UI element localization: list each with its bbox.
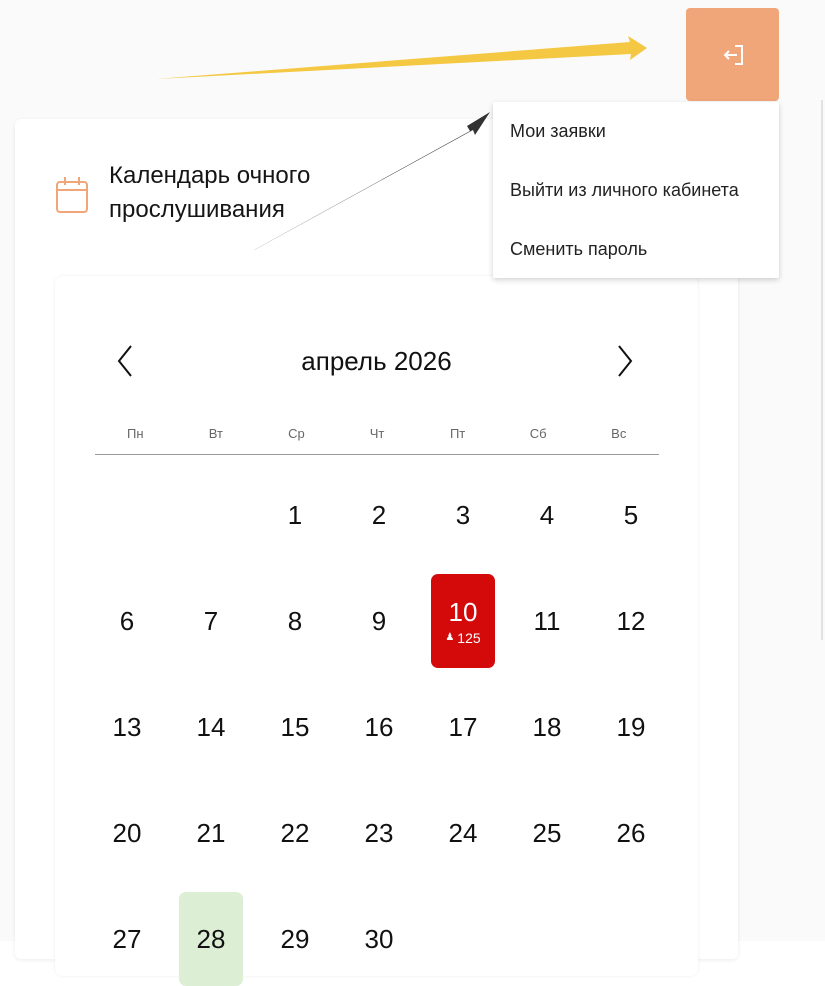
month-navigation: апрель 2026 — [55, 336, 698, 386]
day-number: 3 — [455, 499, 471, 530]
day-cell[interactable]: 11 — [515, 574, 579, 668]
day-cell[interactable]: 21 — [179, 786, 243, 880]
day-number: 18 — [532, 711, 562, 742]
day-number: 26 — [616, 817, 646, 848]
weekday-divider — [95, 454, 659, 455]
day-cell[interactable]: 16 — [347, 680, 411, 774]
chevron-right-icon[interactable] — [605, 336, 645, 386]
user-menu: Мои заявки Выйти из личного кабинета Сме… — [493, 102, 779, 278]
day-cell[interactable]: 15 — [263, 680, 327, 774]
day-cell[interactable]: 7 — [179, 574, 243, 668]
logout-button[interactable] — [686, 8, 779, 101]
right-panel-divider — [821, 100, 823, 640]
day-cell[interactable]: 19 — [599, 680, 663, 774]
day-cell[interactable]: 14 — [179, 680, 243, 774]
calendar-widget: апрель 2026 Пн Вт Ср Чт Пт Сб Вс 1234567… — [55, 276, 698, 986]
weekday-label: Пн — [127, 426, 144, 441]
day-cell[interactable]: 23 — [347, 786, 411, 880]
day-cell[interactable]: 9 — [347, 574, 411, 668]
day-number: 20 — [112, 817, 142, 848]
day-number: 6 — [119, 605, 135, 636]
weekday-label: Ср — [288, 426, 305, 441]
day-cell[interactable]: 1 — [263, 468, 327, 562]
card-header: Календарь очного прослушивания — [55, 159, 369, 227]
day-cell[interactable]: 28 — [179, 892, 243, 986]
day-cell[interactable]: 10 ♟ 125 — [431, 574, 495, 668]
day-cell[interactable]: 24 — [431, 786, 495, 880]
day-cell[interactable]: 22 — [263, 786, 327, 880]
day-number: 22 — [280, 817, 310, 848]
day-number: 29 — [280, 923, 310, 954]
day-number: 30 — [364, 923, 394, 954]
person-icon: ♟ — [445, 632, 455, 643]
day-cell[interactable]: 26 — [599, 786, 663, 880]
day-cell[interactable]: 18 — [515, 680, 579, 774]
day-cell[interactable]: 2 — [347, 468, 411, 562]
day-number: 10 — [448, 596, 478, 627]
day-cell[interactable]: 6 — [95, 574, 159, 668]
day-number: 21 — [196, 817, 226, 848]
weekday-header: Пн Вт Ср Чт Пт Сб Вс — [95, 426, 659, 454]
day-number: 17 — [448, 711, 478, 742]
day-cell[interactable]: 30 — [347, 892, 411, 986]
day-number: 1 — [287, 499, 303, 530]
day-number: 25 — [532, 817, 562, 848]
menu-item-my-applications[interactable]: Мои заявки — [493, 102, 779, 161]
day-cell[interactable]: 8 — [263, 574, 327, 668]
day-cell[interactable]: 27 — [95, 892, 159, 986]
day-number: 2 — [371, 499, 387, 530]
day-cell[interactable]: 17 — [431, 680, 495, 774]
page-title: Календарь очного прослушивания — [109, 162, 311, 223]
weekday-label: Чт — [369, 426, 385, 441]
day-number: 23 — [364, 817, 394, 848]
day-number: 27 — [112, 923, 142, 954]
day-number: 7 — [203, 605, 219, 636]
day-cell[interactable]: 12 — [599, 574, 663, 668]
day-cell[interactable]: 4 — [515, 468, 579, 562]
day-number: 8 — [287, 605, 303, 636]
day-cell[interactable]: 25 — [515, 786, 579, 880]
day-number: 5 — [623, 499, 639, 530]
day-number: 14 — [196, 711, 226, 742]
month-label: апрель 2026 — [301, 346, 452, 376]
day-number: 4 — [539, 499, 555, 530]
weekday-label: Пт — [449, 426, 466, 441]
day-cell[interactable]: 5 — [599, 468, 663, 562]
day-number: 16 — [364, 711, 394, 742]
logout-icon — [723, 44, 743, 65]
menu-item-change-password[interactable]: Сменить пароль — [493, 220, 779, 279]
weekday-label: Сб — [529, 426, 547, 441]
day-number: 24 — [448, 817, 478, 848]
day-number: 9 — [371, 605, 387, 636]
participants-badge: ♟ 125 — [445, 630, 480, 646]
weekday-label: Вт — [208, 426, 223, 441]
day-number: 13 — [112, 711, 142, 742]
day-cell[interactable]: 3 — [431, 468, 495, 562]
day-cell[interactable]: 29 — [263, 892, 327, 986]
day-cell[interactable]: 13 — [95, 680, 159, 774]
day-number: 12 — [616, 605, 646, 636]
menu-item-logout[interactable]: Выйти из личного кабинета — [493, 161, 779, 220]
day-number: 15 — [280, 711, 310, 742]
participants-count: 125 — [457, 629, 481, 646]
day-cell[interactable]: 20 — [95, 786, 159, 880]
day-number: 19 — [616, 711, 646, 742]
weekday-label: Вс — [611, 426, 627, 441]
day-number: 11 — [533, 605, 561, 636]
day-number: 28 — [196, 923, 226, 954]
calendar-icon — [56, 177, 88, 213]
